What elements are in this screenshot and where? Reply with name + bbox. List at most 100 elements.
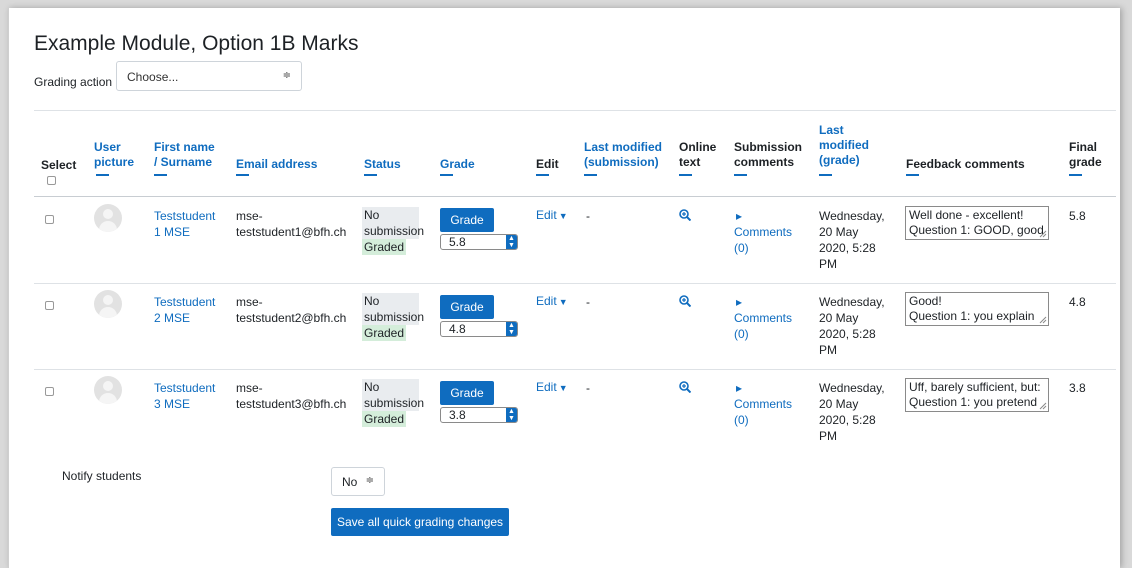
notify-students-select[interactable]: No ≑: [331, 467, 385, 496]
notify-students-label: Notify students: [62, 469, 142, 483]
grade-button[interactable]: Grade: [440, 208, 494, 232]
quick-grade-value: 3.8: [449, 408, 466, 422]
caret-down-icon: ▼: [558, 297, 568, 307]
status-cell: No submission Graded: [362, 293, 425, 341]
grading-action-label: Grading action: [34, 75, 113, 89]
feedback-textarea[interactable]: Good! Question 1: you explain: [905, 292, 1049, 326]
avatar-placeholder-icon[interactable]: [94, 204, 122, 232]
submission-status: No submission: [362, 207, 425, 239]
student-email: mse-teststudent2@bfh.ch: [236, 295, 347, 325]
last-modified-grade: Wednesday, 20 May 2020, 5:28 PM: [819, 209, 885, 271]
caret-right-icon[interactable]: ▸: [736, 208, 742, 224]
col-submission-comments: Submission comments: [734, 140, 803, 169]
magnifier-plus-icon[interactable]: [679, 381, 691, 393]
row-select-checkbox[interactable]: [45, 215, 54, 224]
resize-grip-icon[interactable]: [1039, 402, 1047, 410]
student-name-link[interactable]: Teststudent 3 MSE: [154, 380, 215, 412]
col-status[interactable]: Status: [364, 157, 401, 172]
sort-dash-icon[interactable]: [734, 174, 747, 176]
magnifier-plus-icon[interactable]: [679, 295, 691, 307]
col-grade[interactable]: Grade: [440, 157, 475, 172]
feedback-textarea[interactable]: Uff, barely sufficient, but: Question 1: …: [905, 378, 1049, 412]
student-name-link[interactable]: Teststudent 1 MSE: [154, 208, 215, 240]
caret-down-icon: ▼: [558, 211, 568, 221]
final-grade-value: 4.8: [1069, 295, 1086, 309]
save-quick-grading-button[interactable]: Save all quick grading changes: [331, 508, 509, 536]
sort-dash-icon[interactable]: [236, 174, 249, 176]
col-email[interactable]: Email address: [236, 157, 317, 172]
spinner-icon: ▲ ▼: [506, 235, 517, 249]
submission-status: No submission: [362, 379, 425, 411]
status-cell: No submission Graded: [362, 379, 425, 427]
table-top-border: [34, 110, 1116, 111]
header-bottom-border: [34, 196, 1116, 197]
col-last-modified-submission[interactable]: Last modified (submission): [584, 140, 662, 170]
last-modified-submission: -: [586, 295, 590, 309]
submission-status: No submission: [362, 293, 425, 325]
row-select-checkbox[interactable]: [45, 387, 54, 396]
col-feedback-comments: Feedback comments: [906, 157, 1025, 171]
select-caret-icon: ≑: [282, 70, 291, 81]
grading-action-select[interactable]: Choose... ≑: [116, 61, 302, 91]
feedback-textarea[interactable]: Well done - excellent! Question 1: GOOD, …: [905, 206, 1049, 240]
col-final-grade: Final grade: [1069, 140, 1102, 169]
col-user-picture[interactable]: User picture: [94, 140, 134, 170]
sort-dash-icon[interactable]: [364, 174, 377, 176]
avatar-placeholder-icon[interactable]: [94, 376, 122, 404]
row-divider: [34, 283, 1116, 284]
graded-badge: Graded: [362, 411, 407, 427]
sort-dash-icon[interactable]: [440, 174, 453, 176]
row-select-checkbox[interactable]: [45, 301, 54, 310]
sort-dash-icon[interactable]: [536, 174, 549, 176]
final-grade-value: 5.8: [1069, 209, 1086, 223]
last-modified-grade: Wednesday, 20 May 2020, 5:28 PM: [819, 381, 885, 443]
final-grade-value: 3.8: [1069, 381, 1086, 395]
sort-dash-icon[interactable]: [96, 174, 109, 176]
grading-page: Example Module, Option 1B Marks Grading …: [8, 8, 1120, 568]
spinner-icon: ▲ ▼: [506, 322, 517, 336]
sort-dash-icon[interactable]: [154, 174, 167, 176]
sort-dash-icon[interactable]: [584, 174, 597, 176]
student-name-link[interactable]: Teststudent 2 MSE: [154, 294, 215, 326]
sort-dash-icon[interactable]: [906, 174, 919, 176]
col-name[interactable]: First name / Surname: [154, 140, 215, 170]
last-modified-grade: Wednesday, 20 May 2020, 5:28 PM: [819, 295, 885, 357]
row-divider: [34, 369, 1116, 370]
edit-menu[interactable]: Edit ▼: [536, 294, 568, 308]
sort-dash-icon[interactable]: [819, 174, 832, 176]
edit-menu[interactable]: Edit ▼: [536, 208, 568, 222]
grading-action-value: Choose...: [127, 70, 179, 84]
quick-grade-select[interactable]: 4.8 ▲ ▼: [440, 321, 518, 337]
caret-down-icon: ▼: [558, 383, 568, 393]
quick-grade-select[interactable]: 5.8 ▲ ▼: [440, 234, 518, 250]
caret-right-icon[interactable]: ▸: [736, 294, 742, 310]
student-email: mse-teststudent3@bfh.ch: [236, 381, 347, 411]
sort-dash-icon[interactable]: [679, 174, 692, 176]
comments-link[interactable]: Comments (0): [734, 396, 792, 428]
resize-grip-icon[interactable]: [1039, 230, 1047, 238]
magnifier-plus-icon[interactable]: [679, 209, 691, 221]
resize-grip-icon[interactable]: [1039, 316, 1047, 324]
select-caret-icon: ≑: [365, 475, 374, 486]
col-online-text: Online text: [679, 140, 717, 169]
col-select: Select: [41, 158, 77, 172]
col-last-modified-grade[interactable]: Last modified (grade): [819, 123, 869, 168]
avatar-placeholder-icon[interactable]: [94, 290, 122, 318]
student-email: mse-teststudent1@bfh.ch: [236, 209, 347, 239]
sort-dash-icon[interactable]: [1069, 174, 1082, 176]
page-title: Example Module, Option 1B Marks: [34, 32, 359, 55]
edit-menu[interactable]: Edit ▼: [536, 380, 568, 394]
notify-students-value: No: [342, 475, 358, 489]
comments-link[interactable]: Comments (0): [734, 310, 792, 342]
grade-button[interactable]: Grade: [440, 381, 494, 405]
caret-right-icon[interactable]: ▸: [736, 380, 742, 396]
grade-button[interactable]: Grade: [440, 295, 494, 319]
last-modified-submission: -: [586, 381, 590, 395]
select-all-checkbox[interactable]: [47, 176, 56, 185]
status-cell: No submission Graded: [362, 207, 425, 255]
col-edit: Edit: [536, 157, 559, 171]
graded-badge: Graded: [362, 239, 407, 255]
quick-grade-select[interactable]: 3.8 ▲ ▼: [440, 407, 518, 423]
quick-grade-value: 5.8: [449, 235, 466, 249]
comments-link[interactable]: Comments (0): [734, 224, 792, 256]
